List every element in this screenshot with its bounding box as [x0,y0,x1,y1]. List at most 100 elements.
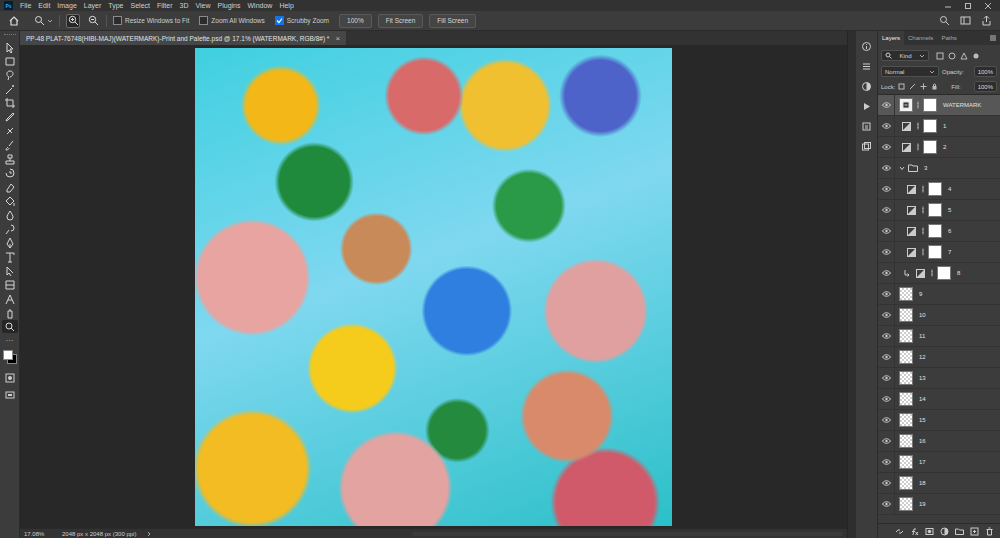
tool-button[interactable] [2,278,18,291]
menu-item[interactable]: Type [108,0,123,11]
layer-row[interactable]: WATERMARK [878,95,1000,116]
actions-play-icon[interactable] [861,101,872,112]
close-tab-button[interactable]: × [335,34,340,43]
layer-row[interactable]: 5 [878,200,1000,221]
visibility-toggle[interactable] [878,389,895,409]
tool-button[interactable] [2,236,18,249]
layer-mask-thumbnail[interactable] [928,203,942,217]
link-icon[interactable] [916,122,920,130]
layer-mask-thumbnail[interactable] [923,119,937,133]
link-layers-icon[interactable] [895,527,904,536]
link-icon[interactable] [916,143,920,151]
properties-icon[interactable] [861,61,872,72]
link-icon[interactable] [930,269,934,277]
layer-row[interactable]: 6 [878,221,1000,242]
filter-kind-dropdown[interactable]: Kind [881,50,929,61]
visibility-toggle[interactable] [878,95,895,115]
layer-row[interactable]: 12 [878,347,1000,368]
visibility-toggle[interactable] [878,200,895,220]
tool-button[interactable] [2,250,18,263]
tool-button[interactable] [2,320,18,333]
tool-button[interactable] [2,152,18,165]
artwork-image[interactable] [195,48,672,526]
expanded-arrow-icon[interactable] [899,165,905,171]
layer-row[interactable]: 3 [878,158,1000,179]
layer-row[interactable]: 15 [878,410,1000,431]
menu-item[interactable]: Layer [84,0,102,11]
new-group-icon[interactable] [955,527,964,536]
vertical-scrollbar[interactable] [847,31,856,538]
minimize-icon[interactable] [944,2,952,10]
tool-button[interactable] [2,40,18,53]
libraries-icon[interactable] [861,141,872,152]
visibility-toggle[interactable] [878,494,895,514]
visibility-toggle[interactable] [878,410,895,430]
history-icon[interactable] [861,121,872,132]
layer-row[interactable]: 19 [878,494,1000,515]
filter-toggle-icon[interactable] [972,52,980,60]
link-icon[interactable] [916,101,920,109]
tool-button[interactable] [2,110,18,123]
tool-button[interactable] [2,68,18,81]
visibility-toggle[interactable] [878,452,895,472]
search-icon[interactable] [939,15,950,26]
layer-mask-thumbnail[interactable] [937,266,951,280]
layer-row[interactable]: 8 [878,263,1000,284]
tool-button[interactable] [2,208,18,221]
visibility-toggle[interactable] [878,221,895,241]
pixel-filter-icon[interactable] [936,52,944,60]
tool-button[interactable] [2,222,18,235]
tool-button[interactable] [2,82,18,95]
visibility-toggle[interactable] [878,137,895,157]
layer-mask-thumbnail[interactable] [923,98,937,112]
share-icon[interactable] [981,15,992,26]
fill-field[interactable]: 100% [974,81,997,92]
chevron-right-icon[interactable] [146,531,152,537]
document-info[interactable]: 2048 px x 2048 px (300 ppi) [62,531,136,537]
tool-button[interactable] [2,292,18,305]
layer-mask-thumbnail[interactable] [923,140,937,154]
edit-toolbar-button[interactable]: ··· [6,336,14,346]
shape-filter-icon[interactable] [960,52,968,60]
screen-mode-icon[interactable] [4,389,16,401]
lock-pixels-icon[interactable] [909,83,916,90]
adjustments-icon[interactable] [861,81,872,92]
layer-row[interactable]: 11 [878,326,1000,347]
tool-button[interactable] [2,306,18,319]
link-icon[interactable] [921,185,925,193]
layer-row[interactable]: 2 [878,137,1000,158]
checkbox-box[interactable] [113,16,122,25]
link-icon[interactable] [921,227,925,235]
menu-item[interactable]: Window [248,0,273,11]
blend-mode-dropdown[interactable]: Normal [881,66,939,77]
color-swatches[interactable] [3,350,17,364]
visibility-toggle[interactable] [878,242,895,262]
new-adjustment-icon[interactable] [940,527,949,536]
layer-row[interactable]: 4 [878,179,1000,200]
visibility-toggle[interactable] [878,431,895,451]
layer-row[interactable]: 17 [878,452,1000,473]
new-layer-icon[interactable] [970,527,979,536]
lock-all-icon[interactable] [931,83,938,90]
add-mask-icon[interactable] [925,527,934,536]
option-button[interactable]: Fit Screen [378,14,424,28]
zoom-level[interactable]: 17.08% [24,531,52,537]
checkbox-box[interactable] [199,16,208,25]
tool-button[interactable] [2,166,18,179]
tool-button[interactable] [2,124,18,137]
tool-button[interactable] [2,96,18,109]
layer-row[interactable]: 9 [878,284,1000,305]
home-icon[interactable] [8,15,20,27]
link-icon[interactable] [921,206,925,214]
visibility-toggle[interactable] [878,326,895,346]
trash-icon[interactable] [985,527,994,536]
visibility-toggle[interactable] [878,305,895,325]
option-button[interactable]: 100% [339,14,372,28]
menu-item[interactable]: Plugins [218,0,241,11]
menu-item[interactable]: View [196,0,211,11]
maximize-icon[interactable] [964,2,972,10]
zoom-in-button[interactable] [66,14,80,28]
visibility-toggle[interactable] [878,116,895,136]
lock-position-icon[interactable] [920,83,927,90]
tool-button[interactable] [2,194,18,207]
